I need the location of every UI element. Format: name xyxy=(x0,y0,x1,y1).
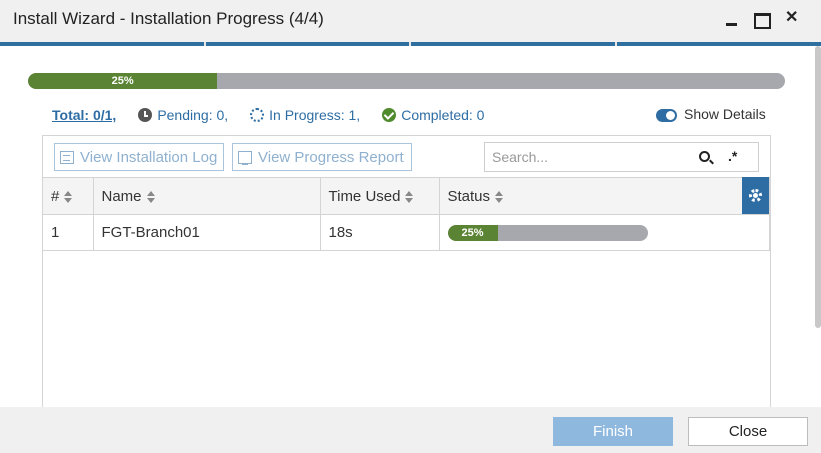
search-input[interactable] xyxy=(492,148,682,166)
window-title: Install Wizard - Installation Progress (… xyxy=(13,9,324,28)
search-icon[interactable] xyxy=(699,151,710,162)
regex-icon[interactable]: .* xyxy=(728,148,737,164)
minimize-icon[interactable] xyxy=(724,10,740,28)
devices-panel: View Installation Log View Progress Repo… xyxy=(42,135,771,415)
close-button[interactable]: Close xyxy=(688,417,808,446)
view-progress-report-label: View Progress Report xyxy=(258,148,404,166)
finish-button[interactable]: Finish xyxy=(553,417,673,446)
column-header-status[interactable]: Status xyxy=(438,177,770,215)
sort-icon xyxy=(146,190,156,203)
completed-count: Completed: 0 xyxy=(382,107,484,123)
gear-icon xyxy=(749,189,762,202)
row-status: 25% xyxy=(438,214,770,251)
overall-progress-bar: 25% xyxy=(28,73,785,89)
table-row[interactable]: 1 FGT-Branch01 18s 25% xyxy=(43,214,770,251)
column-header-index[interactable]: # xyxy=(43,177,94,215)
spinner-icon xyxy=(250,108,265,122)
search-box: .* xyxy=(484,142,759,172)
total-link[interactable]: Total: 0/1, xyxy=(52,107,116,123)
column-header-name[interactable]: Name xyxy=(92,177,321,215)
in-progress-label: In Progress: 1, xyxy=(269,107,361,123)
close-icon[interactable]: ✕ xyxy=(785,9,801,27)
view-installation-log-label: View Installation Log xyxy=(80,148,218,166)
title-bar: Install Wizard - Installation Progress (… xyxy=(0,0,821,46)
row-progress-bar: 25% xyxy=(447,224,648,241)
check-circle-icon xyxy=(382,108,397,122)
view-progress-report-button[interactable]: View Progress Report xyxy=(232,143,412,171)
scrollbar[interactable] xyxy=(815,46,821,328)
view-installation-log-button[interactable]: View Installation Log xyxy=(54,143,224,171)
show-details-label: Show Details xyxy=(684,106,766,122)
clock-icon xyxy=(138,108,153,122)
column-settings-button[interactable] xyxy=(742,177,769,214)
dialog-footer: Finish Close xyxy=(0,407,821,453)
status-summary: Total: 0/1, Pending: 0, In Progress: 1, … xyxy=(52,106,506,124)
show-details-toggle[interactable] xyxy=(656,109,677,122)
devices-table: # Name Time Used Status 1 FGT-Branch01 1… xyxy=(43,177,770,251)
monitor-icon xyxy=(238,150,252,165)
wizard-step-strip xyxy=(0,42,821,46)
sort-icon xyxy=(64,190,73,203)
sort-icon xyxy=(495,190,504,203)
pending-label: Pending: 0, xyxy=(157,107,229,123)
row-progress-label: 25% xyxy=(461,226,484,239)
row-time-used: 18s xyxy=(319,214,440,251)
completed-label: Completed: 0 xyxy=(401,107,485,123)
row-index: 1 xyxy=(43,214,94,251)
table-header-row: # Name Time Used Status xyxy=(43,177,770,215)
column-header-time-used[interactable]: Time Used xyxy=(319,177,440,215)
in-progress-count: In Progress: 1, xyxy=(250,107,360,123)
pending-count: Pending: 0, xyxy=(138,107,228,123)
sort-icon xyxy=(405,190,414,203)
maximize-icon[interactable] xyxy=(753,10,771,29)
row-device-name: FGT-Branch01 xyxy=(92,214,321,251)
log-icon xyxy=(60,150,74,164)
overall-progress-label: 25% xyxy=(111,75,134,87)
